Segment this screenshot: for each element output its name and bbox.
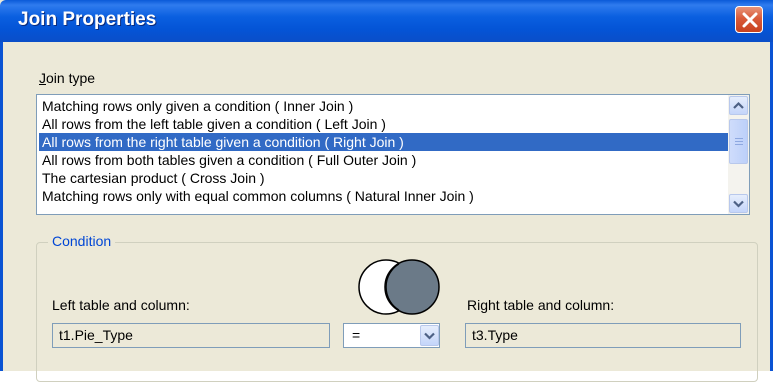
list-item-right-join[interactable]: All rows from the right table given a co…: [39, 133, 729, 151]
join-type-label-text: oin type: [46, 70, 96, 86]
join-type-listbox[interactable]: Matching rows only given a condition ( I…: [36, 94, 750, 215]
left-table-column-field[interactable]: t1.Pie_Type: [52, 323, 330, 348]
list-item-inner-join[interactable]: Matching rows only given a condition ( I…: [39, 97, 729, 115]
thumb-grip: [735, 141, 743, 142]
operator-value: =: [352, 327, 361, 343]
join-type-mnemonic: J: [39, 70, 46, 86]
condition-group-title: Condition: [48, 233, 116, 249]
join-properties-dialog: Join Properties Join type Matching rows …: [0, 0, 773, 382]
chevron-down-icon: [424, 332, 435, 340]
close-icon: [742, 12, 758, 28]
title-bar[interactable]: Join Properties: [0, 0, 773, 42]
right-table-column-field[interactable]: t3.Type: [465, 323, 741, 348]
window-title: Join Properties: [18, 9, 157, 30]
operator-select[interactable]: =: [343, 323, 440, 348]
list-item-cross-join[interactable]: The cartesian product ( Cross Join ): [39, 169, 729, 187]
scroll-up-button[interactable]: [729, 96, 748, 115]
list-item-full-outer-join[interactable]: All rows from both tables given a condit…: [39, 151, 729, 169]
chevron-up-icon: [733, 101, 744, 109]
list-item-natural-inner-join[interactable]: Matching rows only with equal common col…: [39, 187, 729, 205]
window-frame-left: [0, 42, 3, 371]
listbox-scrollbar[interactable]: [728, 95, 749, 214]
join-type-options: Matching rows only given a condition ( I…: [39, 97, 729, 205]
close-button[interactable]: [735, 6, 763, 33]
thumb-grip: [735, 144, 743, 145]
operator-dropdown-button[interactable]: [420, 325, 439, 346]
chevron-down-icon: [733, 200, 744, 208]
scroll-down-button[interactable]: [729, 194, 748, 213]
venn-diagram-right-join-icon: [358, 259, 440, 315]
left-table-label: Left table and column:: [52, 297, 190, 313]
join-type-label: Join type: [39, 70, 95, 86]
right-table-label: Right table and column:: [467, 297, 615, 313]
scroll-thumb[interactable]: [729, 119, 748, 164]
thumb-grip: [735, 138, 743, 139]
list-item-left-join[interactable]: All rows from the left table given a con…: [39, 115, 729, 133]
